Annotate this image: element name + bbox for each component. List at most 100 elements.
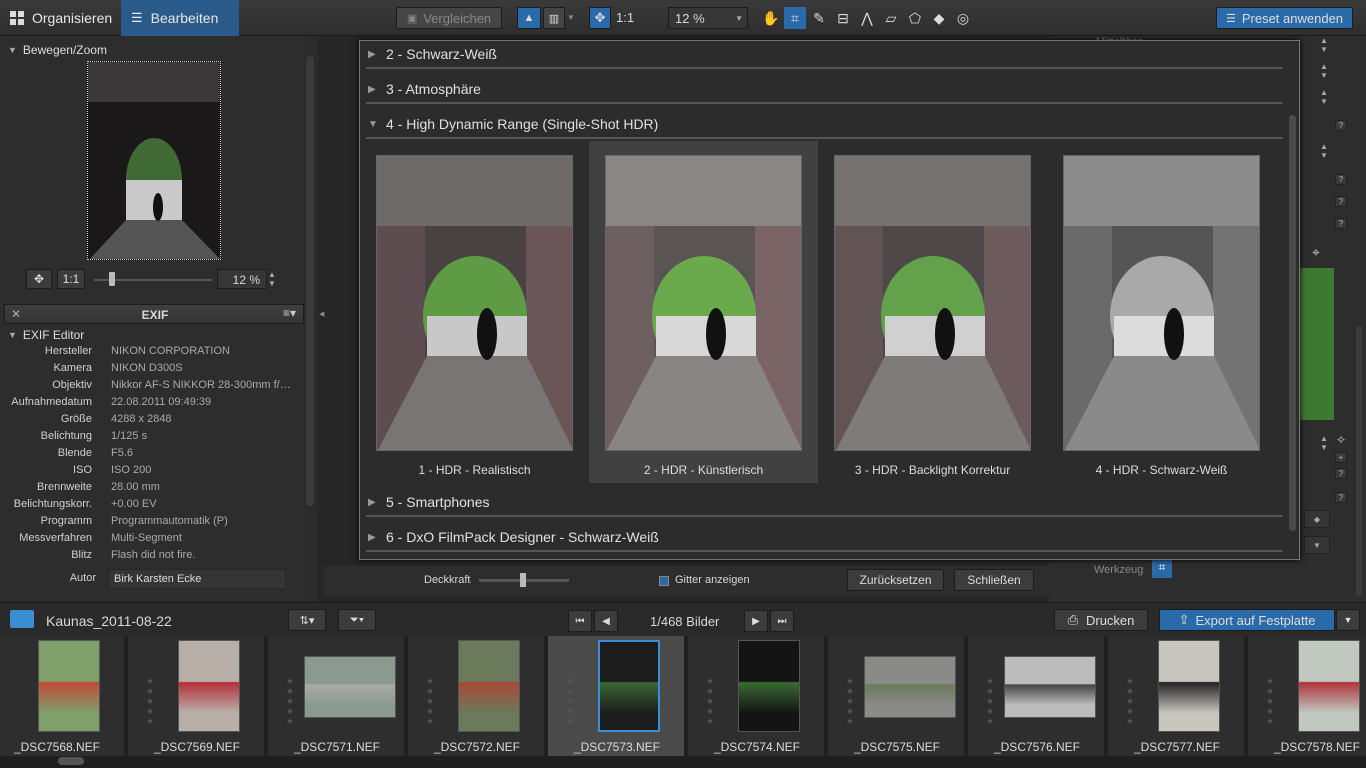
exif-editor-header[interactable]: ▼ EXIF Editor <box>8 326 84 344</box>
panel-menu-icon[interactable]: ≡▾ <box>283 306 296 320</box>
folder-name[interactable]: Kaunas_2011-08-22 <box>46 613 172 629</box>
exif-value[interactable]: Nikkor AF-S NIKKOR 28-300mm f/… <box>111 379 296 391</box>
rating-stars[interactable]: ★ ★ ★ ★ ★ <box>426 676 434 726</box>
filmstrip-thumbnail[interactable]: ★ ★ ★ ★ ★ _DSC7573.NEF <box>548 636 686 756</box>
print-button[interactable]: ⎙ Drucken <box>1054 609 1148 631</box>
filmstrip-thumbnail[interactable]: ★ ★ ★ ★ ★ _DSC7577.NEF <box>1108 636 1246 756</box>
exif-value[interactable]: Flash did not fire. <box>111 549 296 561</box>
filmstrip-thumbnail[interactable]: ★★★★★_DSC7568.NEF <box>0 636 126 756</box>
exif-value[interactable]: 28.00 mm <box>111 481 296 493</box>
tab-organize[interactable]: Organisieren <box>0 0 120 36</box>
exif-value[interactable]: 1/125 s <box>111 430 296 442</box>
filmstrip-thumbnail[interactable]: ★ ★ ★ ★ ★ _DSC7571.NEF <box>268 636 406 756</box>
dialog-scrollbar[interactable] <box>1289 115 1296 531</box>
fit-move-button[interactable]: ✥ <box>589 7 611 29</box>
filmstrip-scrollbar[interactable] <box>58 757 84 765</box>
right-panel-scrollbar[interactable] <box>1356 326 1362 596</box>
filmstrip-thumbnail[interactable]: ★ ★ ★ ★ ★ _DSC7572.NEF <box>408 636 546 756</box>
lasso-icon[interactable]: ⬠ <box>904 7 926 29</box>
nav-zoom-slider-thumb[interactable] <box>109 272 115 286</box>
horizon-icon[interactable]: ⊟ <box>832 7 854 29</box>
help-icon[interactable]: ? <box>1335 120 1347 131</box>
preset-group-hdr[interactable]: ▼ 4 - High Dynamic Range (Single-Shot HD… <box>366 111 1283 139</box>
split-view-button[interactable]: ▥ <box>543 7 565 29</box>
move-button[interactable]: ✥ <box>26 269 52 289</box>
exif-value[interactable]: 4288 x 2848 <box>111 413 296 425</box>
spinner-icon[interactable]: ▲ ▼ <box>1320 88 1328 106</box>
tab-edit[interactable]: ☰ Bearbeiten <box>121 0 239 36</box>
first-image-button[interactable]: ⏮ <box>568 610 592 632</box>
exif-value[interactable]: F5.6 <box>111 447 296 459</box>
spinner-icon[interactable]: ▲ ▼ <box>1320 62 1328 80</box>
magic-wand-icon[interactable]: ✧ <box>1336 433 1346 447</box>
nav-zoom-1to1-button[interactable]: 1:1 <box>57 269 85 289</box>
rating-stars[interactable]: ★ ★ ★ ★ ★ <box>706 676 714 726</box>
filmstrip-thumbnail[interactable]: ★ ★ ★ ★ ★ _DSC7569.NEF <box>128 636 266 756</box>
dropdown-icon[interactable]: ◆ <box>1304 510 1330 528</box>
preset-group-smartphones[interactable]: ▶ 5 - Smartphones <box>366 489 1283 517</box>
target-icon[interactable]: ◎ <box>952 7 974 29</box>
preset-group-atmosphere[interactable]: ▶ 3 - Atmosphäre <box>366 76 1283 104</box>
last-image-button[interactable]: ⏭ <box>770 610 794 632</box>
zoom-select[interactable]: 12 % ▼ <box>668 7 748 29</box>
hand-tool-icon[interactable]: ✋ <box>760 7 782 29</box>
polygon-icon[interactable]: ▱ <box>880 7 902 29</box>
rating-stars[interactable]: ★ ★ ★ ★ ★ <box>566 676 574 726</box>
exif-value[interactable]: NIKON CORPORATION <box>111 345 296 357</box>
filmstrip-thumbnail[interactable]: ★ ★ ★ ★ ★ _DSC7578.NEF <box>1248 636 1366 756</box>
help-icon[interactable]: ? <box>1335 196 1347 207</box>
spinner-icon[interactable]: ▲ ▼ <box>1320 36 1328 54</box>
collapse-left-icon[interactable]: ◀ <box>319 310 324 318</box>
help-icon[interactable]: ? <box>1335 492 1347 503</box>
exif-value[interactable]: +0.00 EV <box>111 498 296 510</box>
left-panel-scrollbar[interactable] <box>306 56 314 506</box>
rating-stars[interactable]: ★ ★ ★ ★ ★ <box>1266 676 1274 726</box>
next-image-button[interactable]: ▶ <box>744 610 768 632</box>
author-field[interactable]: Birk Karsten Ecke <box>108 569 286 589</box>
preset-group-bw[interactable]: ▶ 2 - Schwarz-Weiß <box>366 41 1283 69</box>
crosshair-icon[interactable]: ⌖ <box>1312 244 1320 261</box>
perspective-icon[interactable]: ⋀ <box>856 7 878 29</box>
zoom-1to1-button[interactable]: 1:1 <box>616 10 634 25</box>
crop-tool-icon[interactable]: ⌗ <box>1152 560 1172 578</box>
rating-stars[interactable]: ★ ★ ★ ★ ★ <box>146 676 154 726</box>
reset-button[interactable]: Zurücksetzen <box>847 569 944 591</box>
exif-value[interactable]: ISO 200 <box>111 464 296 476</box>
help-icon[interactable]: ? <box>1335 468 1347 479</box>
compare-button[interactable]: ▣ Vergleichen <box>396 7 502 29</box>
help-icon[interactable]: ? <box>1335 218 1347 229</box>
exif-value[interactable]: Multi-Segment <box>111 532 296 544</box>
grid-checkbox[interactable] <box>659 576 669 586</box>
export-button[interactable]: ⇪ Export auf Festplatte <box>1159 609 1335 631</box>
single-view-button[interactable]: ▲ <box>517 7 541 29</box>
spinner-icon[interactable]: ▲ ▼ <box>268 270 276 288</box>
preset-hdr-realistic[interactable]: 1 - HDR - Realistisch <box>360 141 589 483</box>
view-dropdown-icon[interactable]: ▼ <box>567 13 575 22</box>
eraser-icon[interactable]: ◆ <box>928 7 950 29</box>
filter-button[interactable]: ⏷▾ <box>338 609 376 631</box>
rating-stars[interactable]: ★ ★ ★ ★ ★ <box>1126 676 1134 726</box>
spinner-icon[interactable]: ▲ ▼ <box>1320 434 1328 452</box>
rating-stars[interactable]: ★ ★ ★ ★ ★ <box>286 676 294 726</box>
preset-hdr-bw[interactable]: 4 - HDR - Schwarz-Weiß <box>1047 141 1276 483</box>
chevron-down-icon[interactable]: ▼ <box>1304 536 1330 554</box>
eyedropper-icon[interactable]: ✎ <box>808 7 830 29</box>
preset-hdr-artistic[interactable]: 2 - HDR - Künstlerisch <box>589 141 818 483</box>
filmstrip-thumbnail[interactable]: ★ ★ ★ ★ ★ _DSC7576.NEF <box>968 636 1106 756</box>
close-button[interactable]: Schließen <box>954 569 1034 591</box>
preset-hdr-backlight[interactable]: 3 - HDR - Backlight Korrektur <box>818 141 1047 483</box>
filmstrip-thumbnail[interactable]: ★ ★ ★ ★ ★ _DSC7575.NEF <box>828 636 966 756</box>
exif-value[interactable]: Programmautomatik (P) <box>111 515 296 527</box>
apply-preset-button[interactable]: ☰ Preset anwenden <box>1216 7 1353 29</box>
folder-icon[interactable] <box>10 610 34 628</box>
rating-stars[interactable]: ★ ★ ★ ★ ★ <box>986 676 994 726</box>
spinner-icon[interactable]: ▲ ▼ <box>1320 142 1328 160</box>
rating-stars[interactable]: ★ ★ ★ ★ ★ <box>846 676 854 726</box>
nav-zoom-field[interactable]: 12 % <box>217 269 267 289</box>
help-icon[interactable]: ? <box>1335 174 1347 185</box>
filmstrip-thumbnail[interactable]: ★ ★ ★ ★ ★ _DSC7574.NEF <box>688 636 826 756</box>
opacity-slider-thumb[interactable] <box>520 573 526 587</box>
export-menu-button[interactable]: ▼ <box>1336 609 1360 631</box>
plus-icon[interactable]: + <box>1335 452 1347 463</box>
navigator-preview[interactable] <box>87 61 221 260</box>
